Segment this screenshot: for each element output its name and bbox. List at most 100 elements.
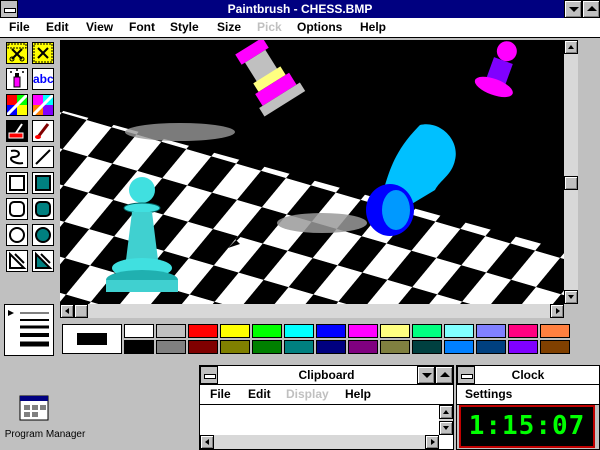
palette-swatch[interactable] xyxy=(412,324,442,338)
pick-scissors-tool[interactable] xyxy=(32,42,54,64)
piece-shadow xyxy=(125,123,235,141)
line-icon xyxy=(35,149,51,165)
scissors-tool[interactable] xyxy=(6,42,28,64)
polygon-tool[interactable] xyxy=(6,250,28,272)
vertical-scroll-thumb[interactable] xyxy=(564,176,578,190)
palette-swatch[interactable] xyxy=(220,324,250,338)
clock-title: Clock xyxy=(511,368,545,382)
scroll-left-button[interactable] xyxy=(60,304,74,318)
filled-box-icon xyxy=(35,175,51,191)
current-colors-box[interactable] xyxy=(62,324,122,354)
text-tool[interactable]: abc xyxy=(32,68,54,90)
clipboard-menu-edit[interactable]: Edit xyxy=(248,385,271,404)
eraser-tool[interactable] xyxy=(32,94,54,116)
canvas-vertical-scrollbar[interactable] xyxy=(564,40,578,304)
clipboard-minimize-button[interactable] xyxy=(417,366,435,384)
falling-rook xyxy=(235,40,306,117)
airbrush-tool[interactable] xyxy=(6,68,28,90)
filled-polygon-tool[interactable] xyxy=(32,250,54,272)
brush-tool[interactable] xyxy=(32,120,54,142)
horizontal-scroll-thumb[interactable] xyxy=(74,304,88,318)
palette-swatch[interactable] xyxy=(380,324,410,338)
palette-swatch[interactable] xyxy=(444,340,474,354)
palette-swatch[interactable] xyxy=(156,324,186,338)
menu-style[interactable]: Style xyxy=(170,18,199,37)
clock-system-menu-button[interactable] xyxy=(457,366,475,384)
clipboard-scroll-up-button[interactable] xyxy=(439,405,453,419)
filled-box-tool[interactable] xyxy=(32,172,54,194)
menu-options[interactable]: Options xyxy=(297,18,342,37)
clipboard-menu-help[interactable]: Help xyxy=(345,385,371,404)
palette-swatch[interactable] xyxy=(348,340,378,354)
palette-swatch[interactable] xyxy=(188,324,218,338)
clipboard-window: Clipboard File Edit Display Help xyxy=(199,365,454,450)
program-manager-icon[interactable]: Program Manager xyxy=(0,392,90,450)
clipboard-menu-file[interactable]: File xyxy=(210,385,231,404)
line-tool[interactable] xyxy=(32,146,54,168)
clipboard-scroll-down-button[interactable] xyxy=(439,421,453,435)
menu-font[interactable]: Font xyxy=(129,18,155,37)
clipboard-system-menu-button[interactable] xyxy=(200,366,218,384)
clipboard-title: Clipboard xyxy=(298,368,355,382)
palette-swatch[interactable] xyxy=(156,340,186,354)
box-tool[interactable] xyxy=(6,172,28,194)
clock-title-bar[interactable]: Clock xyxy=(457,366,599,385)
palette-swatch[interactable] xyxy=(540,340,570,354)
menu-view[interactable]: View xyxy=(86,18,113,37)
palette-swatch[interactable] xyxy=(252,340,282,354)
palette-swatch[interactable] xyxy=(444,324,474,338)
circle-tool[interactable] xyxy=(6,224,28,246)
palette-swatch[interactable] xyxy=(348,324,378,338)
palette-swatch[interactable] xyxy=(124,340,154,354)
scroll-down-button[interactable] xyxy=(564,290,578,304)
palette-swatch[interactable] xyxy=(124,324,154,338)
system-menu-button[interactable] xyxy=(0,0,18,18)
color-eraser-tool[interactable] xyxy=(6,94,28,116)
clipboard-title-bar[interactable]: Clipboard xyxy=(200,366,453,385)
scroll-right-button[interactable] xyxy=(550,304,564,318)
minimize-button[interactable] xyxy=(564,0,582,18)
clock-menu-settings[interactable]: Settings xyxy=(465,385,512,404)
clipboard-scroll-right-button[interactable] xyxy=(425,435,439,449)
palette-swatch[interactable] xyxy=(188,340,218,354)
palette-swatch[interactable] xyxy=(476,324,506,338)
palette-swatch[interactable] xyxy=(508,324,538,338)
clipboard-scroll-left-button[interactable] xyxy=(200,435,214,449)
curve-tool[interactable] xyxy=(6,146,28,168)
clipboard-horizontal-scrollbar[interactable] xyxy=(200,435,439,449)
maximize-icon xyxy=(587,6,597,11)
circle-icon xyxy=(9,227,25,243)
drawing-canvas[interactable] xyxy=(60,40,564,304)
clipboard-maximize-button[interactable] xyxy=(435,366,453,384)
clipboard-vertical-scrollbar[interactable] xyxy=(439,405,453,435)
scroll-up-button[interactable] xyxy=(564,40,578,54)
palette-swatch[interactable] xyxy=(220,340,250,354)
menu-help[interactable]: Help xyxy=(360,18,386,37)
palette-swatch[interactable] xyxy=(316,340,346,354)
clock-time: 1:15:07 xyxy=(468,411,586,441)
palette-swatch[interactable] xyxy=(508,340,538,354)
palette-swatch[interactable] xyxy=(284,324,314,338)
menu-edit[interactable]: Edit xyxy=(46,18,69,37)
color-palette xyxy=(60,322,576,356)
paint-roller-tool[interactable] xyxy=(6,120,28,142)
curve-icon xyxy=(10,149,24,165)
line-width-box[interactable] xyxy=(4,304,54,356)
filled-circle-tool[interactable] xyxy=(32,224,54,246)
palette-swatch[interactable] xyxy=(284,340,314,354)
paintbrush-title-bar[interactable]: Paintbrush - CHESS.BMP xyxy=(0,0,600,18)
canvas-horizontal-scrollbar[interactable] xyxy=(60,304,564,318)
menu-pick: Pick xyxy=(257,20,282,34)
palette-swatch[interactable] xyxy=(316,324,346,338)
maximize-button[interactable] xyxy=(582,0,600,18)
filled-rounded-box-tool[interactable] xyxy=(32,198,54,220)
palette-swatch[interactable] xyxy=(540,324,570,338)
palette-swatch[interactable] xyxy=(380,340,410,354)
menu-size[interactable]: Size xyxy=(217,18,241,37)
palette-swatch[interactable] xyxy=(476,340,506,354)
palette-swatch[interactable] xyxy=(252,324,282,338)
right-arrow-icon xyxy=(556,308,560,314)
menu-file[interactable]: File xyxy=(9,18,30,37)
rounded-box-tool[interactable] xyxy=(6,198,28,220)
palette-swatch[interactable] xyxy=(412,340,442,354)
